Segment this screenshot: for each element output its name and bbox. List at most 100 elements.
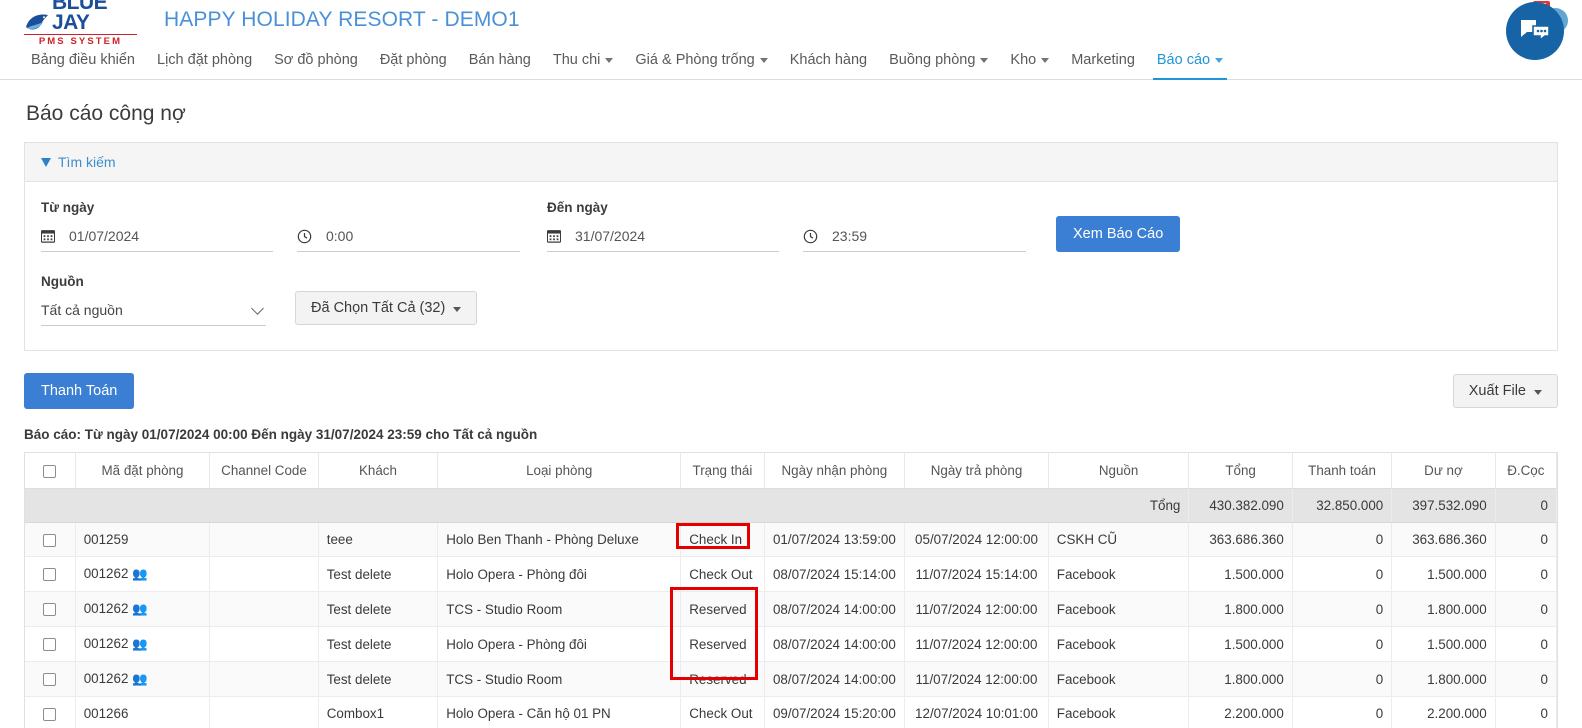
column-header-label: Loại phòng: [526, 463, 593, 478]
select-all-checkbox-cell[interactable]: [25, 453, 76, 489]
nav-item-9[interactable]: Kho: [999, 40, 1060, 79]
cell-du-no: 363.686.360: [1391, 522, 1496, 557]
table-row[interactable]: 001259 teee Holo Ben Thanh - Phòng Deluxe C…: [25, 522, 1557, 557]
cell-value: 1.500.000: [1224, 636, 1284, 652]
view-report-button[interactable]: Xem Báo Cáo: [1056, 216, 1181, 252]
cell-ngay-nhan: 08/07/2024 14:00:00: [764, 626, 906, 662]
to-date-input[interactable]: 31/07/2024: [547, 228, 779, 252]
cell-value: 08/07/2024 14:00:00: [772, 636, 896, 652]
source-select[interactable]: Tất cả nguồn: [41, 301, 266, 326]
row-checkbox[interactable]: [43, 638, 57, 652]
cell-value: 08/07/2024 15:14:00: [772, 566, 896, 582]
table-row[interactable]: 001262 👥 Test delete Holo Opera - Phòng đôi…: [25, 556, 1557, 592]
table-row[interactable]: 001262 👥 Test delete TCS - Studio Room Reser…: [25, 591, 1557, 627]
from-time-input[interactable]: 0:00: [297, 228, 520, 252]
cell-value: 001262: [83, 671, 129, 686]
cell-value: 0: [1375, 636, 1384, 652]
row-checkbox-cell[interactable]: [25, 626, 76, 662]
nav-item-1[interactable]: Lịch đặt phòng: [146, 40, 263, 79]
cell-value: Test delete: [326, 601, 392, 617]
cell-ngay-tra: 05/07/2024 12:00:00: [904, 522, 1049, 557]
nav-item-7[interactable]: Khách hàng: [779, 40, 878, 79]
cell-value: Holo Ben Thanh - Phòng Deluxe: [446, 532, 639, 547]
nav-item-label: Buồng phòng: [889, 51, 976, 68]
select-all-checkbox[interactable]: [43, 464, 57, 478]
page-title: Báo cáo công nợ: [26, 102, 186, 125]
cell-d-coc: 0: [1495, 696, 1557, 728]
nav-item-11[interactable]: Báo cáo: [1146, 40, 1234, 80]
nav-item-label: Marketing: [1071, 51, 1135, 68]
caret-down-icon: [759, 58, 768, 63]
cell-du-no: 2.200.000: [1391, 696, 1496, 728]
nav-item-2[interactable]: Sơ đồ phòng: [263, 40, 369, 79]
cell-trang-thai: Reserved: [680, 661, 765, 697]
cell-value: 08/07/2024 14:00:00: [772, 671, 896, 687]
table-row[interactable]: 001262 👥 Test delete Holo Opera - Phòng đôi…: [25, 626, 1557, 662]
column-header-label: Ngày trả phòng: [930, 463, 1023, 478]
cell-khach: Test delete: [318, 591, 439, 627]
column-header-label: Thanh toán: [1308, 463, 1376, 478]
row-checkbox[interactable]: [43, 603, 57, 617]
from-date-input[interactable]: 01/07/2024: [41, 228, 273, 252]
cell-value: 11/07/2024 12:00:00: [915, 601, 1038, 617]
column-header: Đ.Cọc: [1495, 453, 1557, 489]
table-row[interactable]: 001266 Combox1 Holo Opera - Căn hộ 01 PN Ch…: [25, 696, 1557, 728]
cell-value: CSKH CŨ: [1056, 532, 1118, 547]
report-table-area: Mã đặt phòng Channel Code Khách Loại phòng T…: [24, 452, 1558, 728]
cell-ngay-nhan: 08/07/2024 14:00:00: [764, 591, 906, 627]
column-header-label: Nguồn: [1098, 463, 1139, 478]
cell-d-coc: 0: [1495, 522, 1557, 557]
cell-d-coc: 0: [1495, 591, 1557, 627]
row-checkbox[interactable]: [43, 673, 57, 687]
multiselect-source-button[interactable]: Đã Chọn Tất Cả (32): [295, 291, 478, 325]
group-booking-icon: 👥: [132, 567, 148, 581]
to-date-label: Đến ngày: [547, 200, 608, 215]
table-row[interactable]: 001262 👥 Test delete TCS - Studio Room Reser…: [25, 661, 1557, 697]
cell-value: Check Out: [689, 566, 753, 582]
row-checkbox-cell[interactable]: [25, 696, 76, 728]
cell-ngay-tra: 11/07/2024 15:14:00: [904, 556, 1049, 592]
table-header: Mã đặt phòng Channel Code Khách Loại phòng T…: [25, 453, 1557, 489]
cell-value: 2.200.000: [1427, 706, 1487, 721]
nav-item-8[interactable]: Buồng phòng: [878, 40, 999, 79]
column-header-label: Đ.Cọc: [1507, 463, 1545, 478]
column-header-label: Dư nợ: [1424, 463, 1463, 478]
row-checkbox[interactable]: [43, 568, 57, 582]
cell-value: Combox1: [326, 706, 385, 721]
column-header: Ngày trả phòng: [904, 453, 1049, 489]
nav-item-4[interactable]: Bán hàng: [458, 40, 542, 79]
report-caption: Báo cáo: Từ ngày 01/07/2024 00:00 Đến ng…: [24, 427, 538, 442]
row-checkbox-cell[interactable]: [25, 661, 76, 697]
nav-item-3[interactable]: Đặt phòng: [369, 40, 458, 79]
cell-khach: Combox1: [318, 696, 439, 728]
cell-tong: 1.800.000: [1188, 661, 1293, 697]
row-checkbox-cell[interactable]: [25, 522, 76, 557]
cell-value: Holo Opera - Căn hộ 01 PN: [446, 706, 611, 721]
column-header: Mã đặt phòng: [75, 453, 211, 489]
clock-icon: [297, 229, 312, 244]
row-checkbox[interactable]: [43, 707, 57, 721]
search-panel-header[interactable]: Tìm kiếm: [25, 143, 1557, 182]
cell-thanh-toan: 0: [1292, 556, 1393, 592]
cell-trang-thai: Check In: [680, 522, 765, 557]
nav-item-5[interactable]: Thu chi: [542, 40, 625, 79]
row-checkbox-cell[interactable]: [25, 591, 76, 627]
nav-item-0[interactable]: Bảng điều khiển: [20, 40, 146, 79]
cell-value: 11/07/2024 15:14:00: [915, 566, 1038, 582]
chat-bubble-icon[interactable]: [1506, 2, 1564, 60]
cell-ngay-tra: 12/07/2024 10:01:00: [904, 696, 1049, 728]
export-file-button[interactable]: Xuất File: [1452, 374, 1558, 408]
nav-item-10[interactable]: Marketing: [1060, 40, 1146, 79]
cell-value: 001259: [83, 532, 129, 547]
cell-value: 01/07/2024 13:59:00: [772, 532, 896, 547]
to-time-input[interactable]: 23:59: [803, 228, 1026, 252]
row-checkbox[interactable]: [43, 533, 57, 547]
nav-item-6[interactable]: Giá & Phòng trống: [624, 40, 778, 79]
calendar-icon: [547, 229, 561, 243]
cell-thanh-toan: 0: [1292, 522, 1393, 557]
row-checkbox-cell[interactable]: [25, 556, 76, 592]
debt-report-table: Mã đặt phòng Channel Code Khách Loại phòng T…: [25, 453, 1557, 728]
cell-tong: 1.500.000: [1188, 626, 1293, 662]
caret-down-icon: [1215, 58, 1224, 63]
payment-button[interactable]: Thanh Toán: [24, 373, 135, 409]
